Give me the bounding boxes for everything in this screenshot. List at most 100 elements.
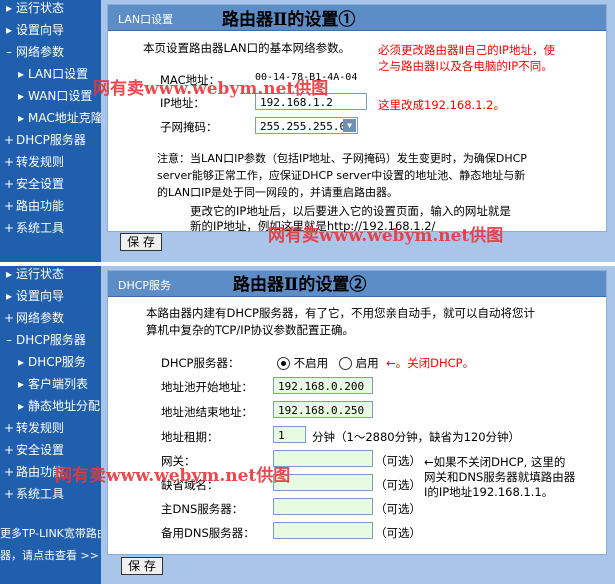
sidebar-item[interactable]: ▸ 运行状态 <box>0 264 64 284</box>
secondary-dns-label: 备用DNS服务器： <box>161 526 255 540</box>
dhcp-enable-label: 启用 <box>355 356 379 370</box>
sidebar-item[interactable]: ▸ 运行状态 <box>0 0 64 18</box>
section-header: LAN口设置 <box>108 5 606 31</box>
annotation-line: ←如果不关闭DHCP, 这里的 <box>424 455 566 469</box>
note-line: 更改它的IP地址后，以后要进入它的设置页面，输入的网址就是 <box>190 204 511 218</box>
bullet-icon: ▸ <box>5 23 13 37</box>
sidebar-item[interactable]: + 网络参数 <box>0 308 64 328</box>
sidebar-item[interactable]: + 系统工具 <box>0 484 64 504</box>
subnet-mask-label: 子网掩码： <box>160 120 218 134</box>
sidebar-item[interactable]: ▸ LAN口设置 <box>0 64 88 84</box>
intro-text: 本页设置路由器LAN口的基本网络参数。 <box>143 41 351 55</box>
note-line: 的LAN口IP是处于同一网段的，并请重启路由器。 <box>157 186 399 199</box>
save-button[interactable]: 保 存 <box>120 233 162 251</box>
sidebar-item-label: MAC地址克隆 <box>28 111 103 125</box>
bullet-icon: ▸ <box>17 111 25 125</box>
intro-text: 算机中复杂的TCP/IP协议参数配置正确。 <box>146 323 355 337</box>
bullet-icon: + <box>4 199 15 213</box>
chevron-down-icon: ▼ <box>343 119 356 132</box>
note-line: server能够正常工作，应保证DHCP server中设置的地址池、静态地址与… <box>157 169 526 182</box>
pool-start-label: 地址池开始地址： <box>161 380 253 394</box>
sidebar-item-label: DHCP服务器 <box>16 133 86 147</box>
section-label: LAN口设置 <box>118 13 174 26</box>
dhcp-enable-option[interactable]: 启用 <box>339 355 379 371</box>
sidebar-item[interactable]: – 网络参数 <box>0 42 64 62</box>
annotation-dhcp: ←。关闭DHCP。 <box>386 356 475 370</box>
sidebar-item[interactable]: ▸ WAN口设置 <box>0 86 92 106</box>
sidebar-item-label: 系统工具 <box>16 487 65 501</box>
sidebar-item-label: 安全设置 <box>16 443 65 457</box>
secondary-dns-input[interactable] <box>273 522 373 539</box>
sidebar-top: ▸ 运行状态 ▸ 设置向导 – 网络参数 ▸ LAN口设置 ▸ WAN口设置 ▸ MAC地址克隆 + DH… <box>0 0 103 266</box>
primary-dns-label: 主DNS服务器： <box>161 502 244 516</box>
sidebar-item-label: 客户端列表 <box>28 377 89 391</box>
lease-label: 地址租期： <box>161 430 219 444</box>
sidebar-item-label: DHCP服务 <box>28 355 86 369</box>
pool-end-input[interactable]: 192.168.0.250 <box>273 401 373 418</box>
subnet-mask-select[interactable]: 255.255.255.0 ▼ <box>255 117 358 134</box>
sidebar-item-label: 网络参数 <box>16 45 65 59</box>
radio-selected-icon[interactable] <box>277 357 290 370</box>
bullet-icon: ▸ <box>17 89 25 103</box>
bullet-icon: ▸ <box>17 67 25 81</box>
optional-label: （可选） <box>375 454 421 468</box>
dhcp-disable-option[interactable]: 不启用 <box>277 355 328 371</box>
sidebar-item[interactable]: + DHCP服务器 <box>0 130 86 150</box>
watermark: 网有卖www.webym.net供图 <box>268 226 504 246</box>
sidebar-item[interactable]: ▸ 设置向导 <box>0 20 64 40</box>
sidebar-item[interactable]: ▸ 静态地址分配 <box>0 396 100 416</box>
bullet-icon: ▸ <box>17 377 25 391</box>
sidebar-item-label: 设置向导 <box>16 289 65 303</box>
sidebar-item-label: 运行状态 <box>16 1 65 15</box>
sidebar-item[interactable]: ▸ DHCP服务 <box>0 352 86 372</box>
sidebar-item-label: 安全设置 <box>16 177 65 191</box>
sidebar-item[interactable]: ▸ MAC地址克隆 <box>0 108 103 128</box>
watermark: 网有卖www.webym.net供图 <box>55 466 291 486</box>
sidebar-item-label: 设置向导 <box>16 23 65 37</box>
pool-start-input[interactable]: 192.168.0.200 <box>273 377 373 394</box>
sidebar-item[interactable]: + 路由功能 <box>0 196 64 216</box>
bullet-icon: + <box>4 311 15 325</box>
bullet-icon: + <box>4 421 15 435</box>
annotation-line: 之与路由器Ⅰ以及各电脑的IP不同。 <box>378 59 553 73</box>
sidebar-item-label: 转发规则 <box>16 155 65 169</box>
more-products-link[interactable]: 器，请点击查看 >> <box>0 546 99 566</box>
bullet-icon: – <box>6 333 12 347</box>
sidebar-bottom: ▸ 运行状态 ▸ 设置向导 + 网络参数 – DHCP服务器 ▸ DHCP服务 ▸ 客户端列表 ▸ 静态地… <box>0 264 108 584</box>
lease-unit: 分钟（1～2880分钟，缺省为120分钟） <box>312 430 521 444</box>
sidebar-item[interactable]: + 系统工具 <box>0 218 64 238</box>
sidebar-item-label: 静态地址分配 <box>28 399 101 413</box>
sidebar-item[interactable]: ▸ 设置向导 <box>0 286 64 306</box>
optional-label: （可选） <box>375 478 421 492</box>
sidebar-item[interactable]: ▸ 客户端列表 <box>0 374 88 394</box>
more-products-link-line1[interactable]: 更多TP-LINK宽带路由 <box>0 524 108 544</box>
bullet-icon: + <box>4 221 15 235</box>
bullet-icon: + <box>4 177 15 191</box>
annotation-line: 网关和DNS服务器就填路由器 <box>424 470 576 484</box>
bullet-icon: + <box>4 443 15 457</box>
sidebar-item-label: LAN口设置 <box>28 67 89 81</box>
bullet-icon: ▸ <box>17 355 25 369</box>
save-button[interactable]: 保 存 <box>121 557 163 575</box>
sidebar-item-label: WAN口设置 <box>28 89 93 103</box>
annotation-line: 必须更改路由器Ⅱ自己的IP地址，使 <box>378 43 555 57</box>
annotation-line: 这里改成192.168.1.2。 <box>378 98 505 112</box>
sidebar-item-label: 路由功能 <box>16 199 65 213</box>
bullet-icon: ▸ <box>5 289 13 303</box>
optional-label: （可选） <box>375 502 421 516</box>
sidebar-item[interactable]: + 安全设置 <box>0 440 64 460</box>
radio-unselected-icon[interactable] <box>339 357 352 370</box>
sidebar-item[interactable]: – DHCP服务器 <box>0 330 86 350</box>
bullet-icon: + <box>4 133 15 147</box>
sidebar-item-label: 转发规则 <box>16 421 65 435</box>
note-line: 注意：当LAN口IP参数（包括IP地址、子网掩码）发生变更时，为确保DHCP <box>157 152 527 165</box>
primary-dns-input[interactable] <box>273 498 373 515</box>
bullet-icon: ▸ <box>5 267 13 281</box>
dhcp-server-label: DHCP服务器： <box>161 356 240 370</box>
sidebar-item[interactable]: + 转发规则 <box>0 418 64 438</box>
sidebar-item[interactable]: + 转发规则 <box>0 152 64 172</box>
sidebar-item[interactable]: + 安全设置 <box>0 174 64 194</box>
lease-input[interactable]: 1 <box>273 426 306 443</box>
page-title: 路由器Ⅱ的设置② <box>233 275 367 295</box>
page-title: 路由器Ⅱ的设置① <box>222 10 356 30</box>
